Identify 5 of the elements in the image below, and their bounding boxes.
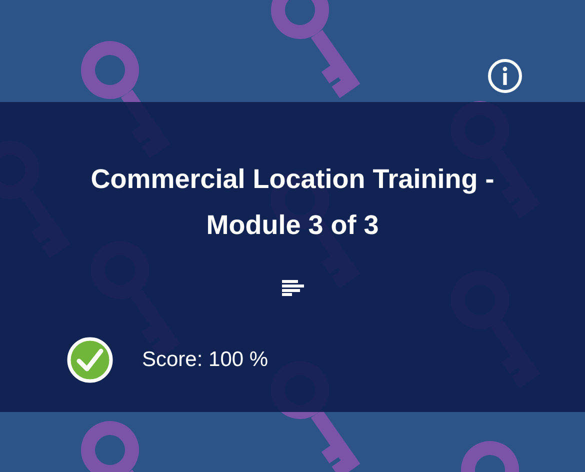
- description-icon[interactable]: [282, 280, 304, 296]
- info-icon[interactable]: [487, 58, 523, 94]
- score-text: Score: 100 %: [142, 348, 268, 372]
- course-title: Commercial Location Training - Module 3 of 3: [90, 163, 496, 242]
- course-card[interactable]: Commercial Location Training - Module 3 of 3 Score: 100 %: [0, 0, 585, 472]
